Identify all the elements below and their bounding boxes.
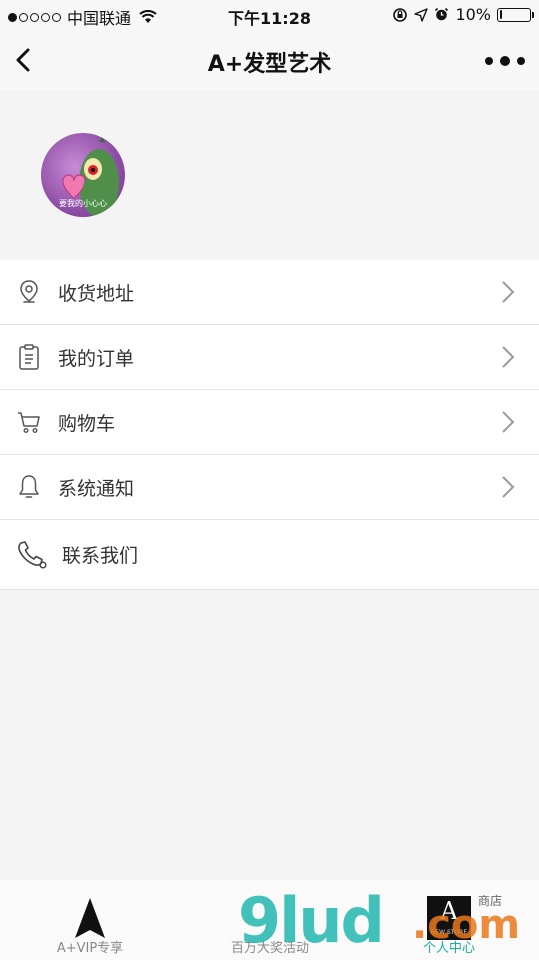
- menu-label: 联系我们: [62, 545, 139, 567]
- menu-item-cart[interactable]: 购物车: [0, 390, 539, 455]
- avatar[interactable]: 要我的小心心: [41, 133, 125, 217]
- tab-bar: A+VIP专享 百万大奖活动 A NEW STORE 个人中心: [0, 880, 539, 960]
- chevron-right-icon: [502, 411, 515, 433]
- tab-prize-event[interactable]: 百万大奖活动: [205, 880, 335, 960]
- signal-strength-icon: [8, 12, 61, 22]
- rotation-lock-icon: [393, 7, 408, 22]
- avatar-caption: 要我的小心心: [59, 199, 107, 208]
- bell-icon: [15, 473, 43, 501]
- battery-percent: 10%: [455, 5, 491, 24]
- more-dots-icon: [485, 57, 493, 65]
- alarm-icon: [435, 7, 449, 21]
- tab-personal-center[interactable]: A NEW STORE 个人中心: [394, 880, 504, 960]
- tab-label: 百万大奖活动: [230, 941, 309, 956]
- menu-item-contact-us[interactable]: 联系我们: [0, 520, 539, 590]
- tab-label: A+VIP专享: [56, 941, 124, 956]
- status-bar: 中国联通 下午11:28 10%: [0, 0, 539, 30]
- location-pin-icon: [15, 278, 43, 306]
- clipboard-icon: [15, 343, 43, 371]
- cart-icon: [15, 408, 43, 436]
- status-left: 中国联通: [8, 5, 157, 29]
- store-logo-subtext: NEW STORE: [430, 929, 468, 936]
- menu-item-my-orders[interactable]: 我的订单: [0, 325, 539, 390]
- menu-list: 收货地址 我的订单 购物车 系统通知 联系我们: [0, 260, 539, 590]
- chevron-right-icon: [502, 476, 515, 498]
- carrier-name: 中国联通: [67, 9, 132, 28]
- chevron-right-icon: [502, 281, 515, 303]
- arrow-icon: [75, 898, 105, 938]
- profile-section: 要我的小心心: [0, 90, 539, 260]
- battery-icon: [497, 7, 534, 22]
- tab-label: 个人中心: [422, 941, 475, 956]
- menu-item-shipping-address[interactable]: 收货地址: [0, 260, 539, 325]
- menu-item-notifications[interactable]: 系统通知: [0, 455, 539, 520]
- navigation-bar: A+发型艺术: [0, 30, 539, 90]
- location-arrow-icon: [414, 7, 429, 22]
- menu-label: 购物车: [58, 412, 116, 435]
- store-logo-letter: A: [440, 897, 458, 925]
- tab-vip[interactable]: A+VIP专享: [30, 880, 150, 960]
- phone-icon: [15, 540, 49, 569]
- page-title: A+发型艺术: [207, 52, 332, 77]
- menu-label: 收货地址: [58, 282, 135, 305]
- menu-label: 系统通知: [58, 477, 135, 500]
- wifi-icon: [139, 10, 157, 23]
- battery-level: [499, 10, 503, 19]
- chevron-right-icon: [502, 346, 515, 368]
- back-button[interactable]: [10, 42, 40, 78]
- status-right: 10%: [392, 5, 534, 24]
- store-logo-icon: A NEW STORE: [427, 896, 471, 940]
- menu-label: 我的订单: [58, 347, 135, 370]
- more-options-button[interactable]: [485, 50, 525, 72]
